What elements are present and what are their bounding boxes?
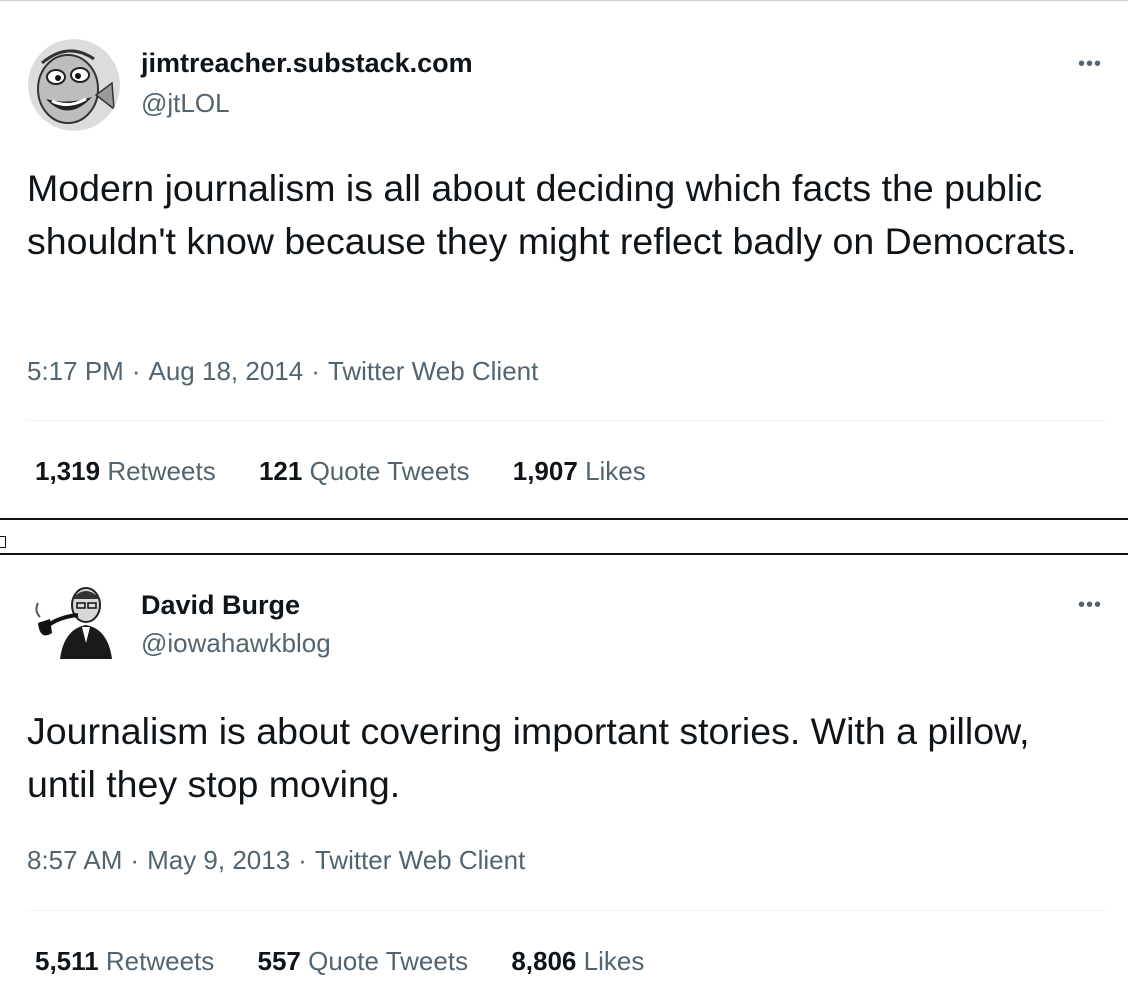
tweet-text: Journalism is about covering important s… — [27, 710, 1030, 805]
man-with-pipe-avatar-icon — [28, 577, 120, 669]
user-handle[interactable]: @iowahawkblog — [141, 628, 331, 659]
screenshot-separator — [0, 518, 1128, 553]
display-name[interactable]: David Burge — [141, 590, 300, 621]
likes-stat[interactable]: 1,907 Likes — [513, 456, 646, 487]
tweet-time[interactable]: 8:57 AM — [27, 845, 122, 875]
likes-stat[interactable]: 8,806 Likes — [511, 946, 644, 977]
likes-count: 1,907 — [512, 456, 578, 486]
quote-tweets-stat[interactable]: 121 Quote Tweets — [259, 456, 470, 487]
more-options-icon[interactable]: ••• — [1078, 595, 1102, 615]
tweet-card: David Burge @iowahawkblog ••• Journalism… — [0, 553, 1128, 1004]
retweets-stat[interactable]: 1,319 Retweets — [35, 456, 216, 487]
tweet-text: Modern journalism is all about deciding … — [27, 167, 1077, 262]
retweets-label: Retweets — [105, 946, 215, 976]
meta-separator: · — [311, 356, 320, 386]
cartoon-face-avatar-icon — [28, 39, 120, 131]
divider — [27, 420, 1106, 421]
tweet-meta: 8:57 AM · May 9, 2013 · Twitter Web Client — [27, 845, 525, 876]
meta-separator: · — [131, 356, 141, 386]
user-avatar[interactable] — [28, 577, 120, 669]
user-avatar[interactable] — [28, 39, 120, 131]
retweets-count: 1,319 — [35, 456, 101, 486]
retweets-count: 5,511 — [35, 946, 99, 976]
tweet-date[interactable]: May 9, 2013 — [147, 845, 290, 875]
tweet-meta: 5:17 PM · Aug 18, 2014 · Twitter Web Client — [27, 356, 538, 387]
tweet-card: jimtreacher.substack.com @jtLOL ••• Mode… — [0, 0, 1128, 518]
likes-label: Likes — [585, 456, 646, 486]
likes-label: Likes — [583, 946, 645, 976]
quote-tweets-label: Quote Tweets — [309, 456, 470, 486]
engagement-stats: 1,319 Retweets 121 Quote Tweets 1,907 Li… — [35, 456, 682, 487]
quote-tweets-count: 557 — [257, 946, 301, 976]
quote-tweets-label: Quote Tweets — [308, 946, 469, 976]
tweet-date[interactable]: Aug 18, 2014 — [149, 356, 304, 386]
divider — [27, 910, 1106, 911]
retweets-label: Retweets — [107, 456, 216, 486]
separator-tick — [0, 536, 6, 548]
display-name[interactable]: jimtreacher.substack.com — [141, 48, 473, 79]
tweet-time[interactable]: 5:17 PM — [27, 356, 124, 386]
engagement-stats: 5,511 Retweets 557 Quote Tweets 8,806 Li… — [35, 946, 680, 977]
retweets-stat[interactable]: 5,511 Retweets — [35, 946, 214, 977]
quote-tweets-count: 121 — [258, 456, 303, 486]
likes-count: 8,806 — [511, 946, 577, 976]
meta-separator: · — [298, 845, 307, 875]
tweet-client[interactable]: Twitter Web Client — [315, 845, 525, 875]
more-options-icon[interactable]: ••• — [1078, 54, 1102, 74]
quote-tweets-stat[interactable]: 557 Quote Tweets — [258, 946, 469, 977]
user-handle[interactable]: @jtLOL — [141, 88, 230, 119]
meta-separator: · — [130, 845, 140, 875]
tweet-client[interactable]: Twitter Web Client — [328, 356, 538, 386]
